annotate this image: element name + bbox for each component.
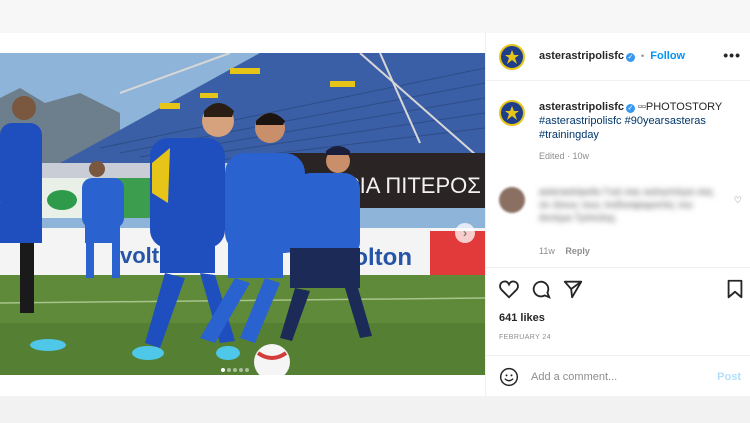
club-crest-icon	[505, 106, 519, 120]
commenter-avatar[interactable]	[499, 187, 525, 213]
post-sidebar: asterastripolisfc ✓ • Follow ••• asterast…	[485, 33, 750, 396]
post-comment-button[interactable]: Post	[717, 371, 741, 383]
post-actions: 641 likes FEBRUARY 24	[486, 267, 750, 355]
next-image-button[interactable]: ›	[455, 223, 475, 243]
post-header: asterastripolisfc ✓ • Follow •••	[486, 33, 750, 81]
carousel-dot-active	[221, 368, 225, 372]
reply-button[interactable]: Reply	[565, 246, 590, 256]
bottom-bar	[0, 396, 750, 423]
caption-hashtags[interactable]: #asterastripolisfc #90yearsasteras #trai…	[539, 114, 739, 142]
comment-text: asterastripolis Γειά σας καλησπέρα σας σ…	[539, 187, 714, 224]
comment-time: 11w	[539, 246, 555, 256]
header-separator: •	[641, 51, 645, 61]
follow-button[interactable]: Follow	[650, 50, 685, 62]
training-photo: ΡΙΑ ΠΙΤΕΡΟΣ volton volton	[0, 53, 485, 375]
post-modal: ΡΙΑ ΠΙΤΕΡΟΣ volton volton › asterastripo…	[0, 33, 750, 396]
caption-text: PHOTOSTORY	[645, 101, 723, 113]
verified-badge-icon: ✓	[625, 53, 635, 62]
club-crest-icon	[505, 50, 519, 64]
heart-icon[interactable]	[498, 278, 520, 300]
author-avatar[interactable]	[499, 44, 525, 70]
carousel-dot	[227, 368, 231, 372]
comment-like-icon[interactable]: ♡	[734, 195, 742, 206]
carousel-dot	[245, 368, 249, 372]
verified-badge-icon: ✓	[625, 104, 635, 113]
comment-meta: 11w Reply	[539, 246, 590, 256]
post-caption: asterastripolisfc ✓ ▫▫PHOTOSTORY #asteras…	[539, 100, 739, 163]
emoji-icon[interactable]	[499, 367, 519, 387]
post-image[interactable]: ΡΙΑ ΠΙΤΕΡΟΣ volton volton ›	[0, 53, 485, 375]
caption-author-avatar[interactable]	[499, 100, 525, 126]
camera-emoji-icon: ▫▫	[638, 101, 646, 113]
share-icon[interactable]	[562, 278, 584, 300]
comment-icon[interactable]	[530, 278, 552, 300]
comment-input[interactable]: Add a comment...	[531, 371, 617, 383]
caption-meta: Edited · 10w	[539, 151, 590, 161]
add-comment-bar: Add a comment... Post	[486, 355, 750, 396]
carousel-dot	[233, 368, 237, 372]
bookmark-icon[interactable]	[724, 278, 746, 300]
banner-text-greek: ΡΙΑ ΠΙΤΕΡΟΣ	[345, 173, 481, 198]
top-bar	[0, 0, 750, 33]
likes-count[interactable]: 641 likes	[499, 312, 545, 324]
author-username[interactable]: asterastripolisfc	[539, 50, 624, 62]
carousel-dots	[221, 359, 251, 375]
post-date: FEBRUARY 24	[499, 334, 551, 341]
carousel-dot	[239, 368, 243, 372]
more-options-icon[interactable]: •••	[723, 47, 741, 63]
caption-username[interactable]: asterastripolisfc	[539, 101, 624, 113]
